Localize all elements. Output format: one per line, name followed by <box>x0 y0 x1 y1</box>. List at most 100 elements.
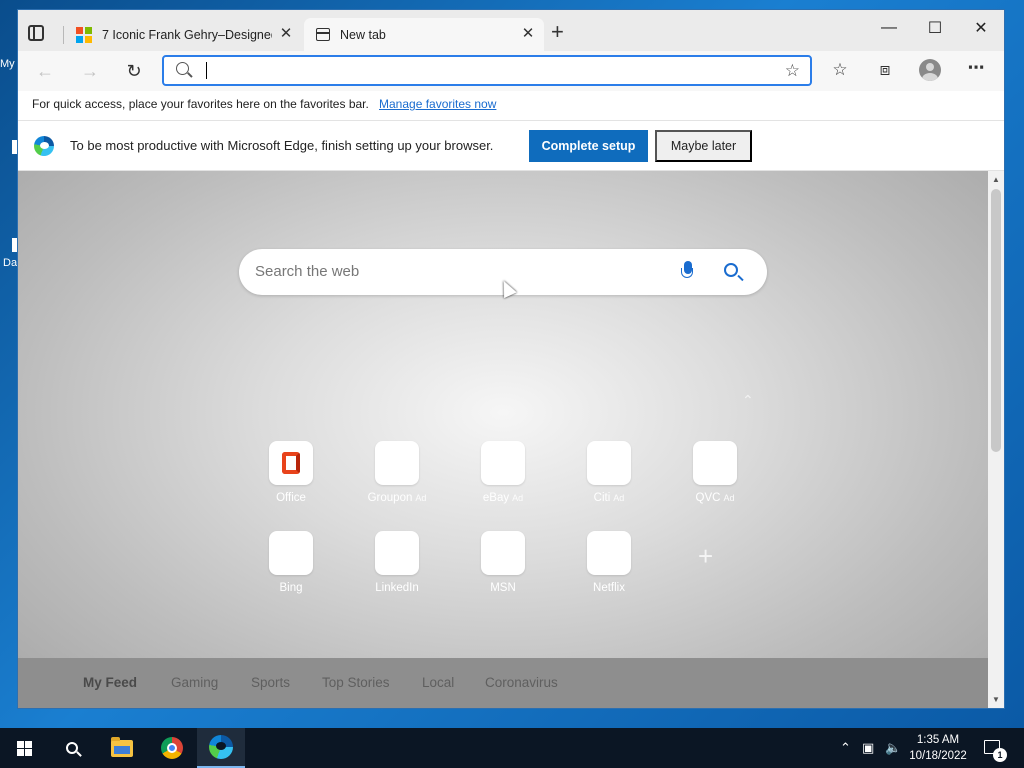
feed-tab-gaming[interactable]: Gaming <box>171 675 218 690</box>
feed-tab-coronavirus[interactable]: Coronavirus <box>485 675 558 690</box>
maybe-later-button[interactable]: Maybe later <box>655 130 752 162</box>
quick-link-ebay[interactable]: eBay Ad <box>473 441 533 504</box>
tab-strip: 7 Iconic Frank Gehry–Designed E ✕ New ta… <box>18 10 1004 51</box>
search-icon[interactable] <box>724 263 738 277</box>
file-explorer-button[interactable] <box>98 728 146 768</box>
quick-link-netflix[interactable]: Netflix <box>579 531 639 594</box>
chrome-button[interactable] <box>148 728 196 768</box>
windows-logo-icon <box>16 740 32 756</box>
quick-link-bing[interactable]: Bing <box>261 531 321 594</box>
ad-badge: Ad <box>415 493 427 503</box>
minimize-icon[interactable]: — <box>866 14 912 42</box>
start-button[interactable] <box>0 728 48 768</box>
microphone-icon[interactable] <box>680 261 696 283</box>
forward-arrow-icon[interactable]: → <box>77 59 103 83</box>
tab-title: 7 Iconic Frank Gehry–Designed E <box>102 27 272 42</box>
new-tab-plus-icon[interactable]: + <box>551 21 564 43</box>
taskbar-search-button[interactable] <box>48 728 96 768</box>
feed-tab-top-stories[interactable]: Top Stories <box>322 675 390 690</box>
office-logo-icon <box>282 452 300 474</box>
address-input[interactable] <box>202 60 762 82</box>
tile-label: Groupon <box>367 492 413 504</box>
favorites-icon[interactable]: ☆ <box>829 60 851 80</box>
scroll-up-arrow-icon[interactable]: ▲ <box>988 173 1004 187</box>
tile-icon <box>269 531 313 575</box>
ad-badge: Ad <box>723 493 735 503</box>
search-icon <box>176 62 189 75</box>
tile-icon <box>693 441 737 485</box>
tile-icon <box>481 441 525 485</box>
setup-banner: To be most productive with Microsoft Edg… <box>18 121 1004 171</box>
chrome-icon <box>161 737 183 759</box>
quick-link-linkedin[interactable]: LinkedIn <box>367 531 427 594</box>
scroll-down-arrow-icon[interactable]: ▼ <box>988 693 1004 707</box>
close-window-icon[interactable]: ✕ <box>958 14 1004 42</box>
search-icon <box>66 742 78 754</box>
tile-icon <box>375 531 419 575</box>
tile-label: LinkedIn <box>375 582 419 594</box>
quick-link-citi[interactable]: Citi Ad <box>579 441 639 504</box>
scrollbar-thumb[interactable] <box>991 189 1001 452</box>
quick-link-qvc[interactable]: QVC Ad <box>685 441 745 504</box>
feed-navigation: My Feed Gaming Sports Top Stories Local … <box>18 658 988 708</box>
edge-icon <box>209 735 233 759</box>
system-clock[interactable]: 1:35 AM 10/18/2022 <box>905 732 971 764</box>
tile-label: QVC <box>695 492 721 504</box>
banner-text: To be most productive with Microsoft Edg… <box>70 138 494 153</box>
volume-icon[interactable]: 🔈 <box>885 740 901 756</box>
ad-badge: Ad <box>613 493 625 503</box>
maximize-icon[interactable]: ☐ <box>912 14 958 42</box>
tile-icon <box>269 441 313 485</box>
quick-link-groupon[interactable]: Groupon Ad <box>367 441 427 504</box>
browser-window: 7 Iconic Frank Gehry–Designed E ✕ New ta… <box>18 10 1004 708</box>
tab-actions-icon[interactable] <box>28 25 44 41</box>
add-favorite-star-icon[interactable]: ☆ <box>785 61 800 81</box>
tile-label: Bing <box>279 582 303 594</box>
tile-label: MSN <box>490 582 516 594</box>
tab-title: New tab <box>340 27 386 42</box>
tile-icon <box>481 531 525 575</box>
text-caret <box>206 62 207 79</box>
feed-tab-sports[interactable]: Sports <box>251 675 290 690</box>
complete-setup-button[interactable]: Complete setup <box>529 130 648 162</box>
microsoft-logo-icon <box>76 26 92 43</box>
profile-avatar-icon[interactable] <box>919 59 941 81</box>
new-tab-page-icon <box>316 28 330 41</box>
tile-label: eBay <box>482 492 510 504</box>
address-bar[interactable]: ☆ <box>162 55 812 86</box>
clock-date: 10/18/2022 <box>909 750 967 762</box>
page-scrollbar[interactable]: ▲ ▼ <box>988 171 1004 708</box>
tile-icon <box>587 531 631 575</box>
refresh-icon[interactable]: ↻ <box>121 59 147 83</box>
close-tab-icon[interactable]: ✕ <box>520 26 536 42</box>
collapse-chevron-up-icon[interactable]: ⌃ <box>742 392 754 409</box>
feed-tab-my-feed[interactable]: My Feed <box>83 675 137 690</box>
tile-label: Office <box>276 492 306 504</box>
edge-taskbar-button[interactable] <box>197 728 245 768</box>
tab-frank-gehry[interactable]: 7 Iconic Frank Gehry–Designed E ✕ <box>63 18 302 51</box>
more-options-icon[interactable]: ⋯ <box>965 58 987 78</box>
close-tab-icon[interactable]: ✕ <box>278 26 294 42</box>
desktop-icon-label[interactable]: My <box>0 58 15 70</box>
edge-logo-icon <box>34 136 54 156</box>
collections-icon[interactable]: ⧈ <box>874 60 896 80</box>
taskbar: ⌃ ▣ 🔈 1:35 AM 10/18/2022 1 <box>0 728 1024 768</box>
desktop-icon-label[interactable]: Da <box>3 257 17 269</box>
manage-favorites-link[interactable]: Manage favorites now <box>379 97 496 111</box>
favorites-bar: For quick access, place your favorites h… <box>18 91 1004 121</box>
quick-link-msn[interactable]: MSN <box>473 531 533 594</box>
notification-count-badge: 1 <box>993 748 1007 762</box>
quick-link-office[interactable]: Office <box>261 441 321 504</box>
search-placeholder: Search the web <box>255 263 360 280</box>
tile-label: Citi <box>593 492 611 504</box>
tab-new-tab[interactable]: New tab ✕ <box>304 18 544 51</box>
new-tab-page: Search the web ⌃ Office Groupon Ad eBay Ad… <box>18 171 988 708</box>
back-arrow-icon[interactable]: ← <box>32 59 58 83</box>
show-hidden-icons-chevron-icon[interactable]: ⌃ <box>840 740 851 756</box>
tile-icon <box>587 441 631 485</box>
favorites-bar-text: For quick access, place your favorites h… <box>32 97 369 111</box>
add-quick-link-plus-icon[interactable]: + <box>698 541 713 572</box>
network-icon[interactable]: ▣ <box>862 740 874 756</box>
folder-icon <box>111 736 133 757</box>
feed-tab-local[interactable]: Local <box>422 675 454 690</box>
